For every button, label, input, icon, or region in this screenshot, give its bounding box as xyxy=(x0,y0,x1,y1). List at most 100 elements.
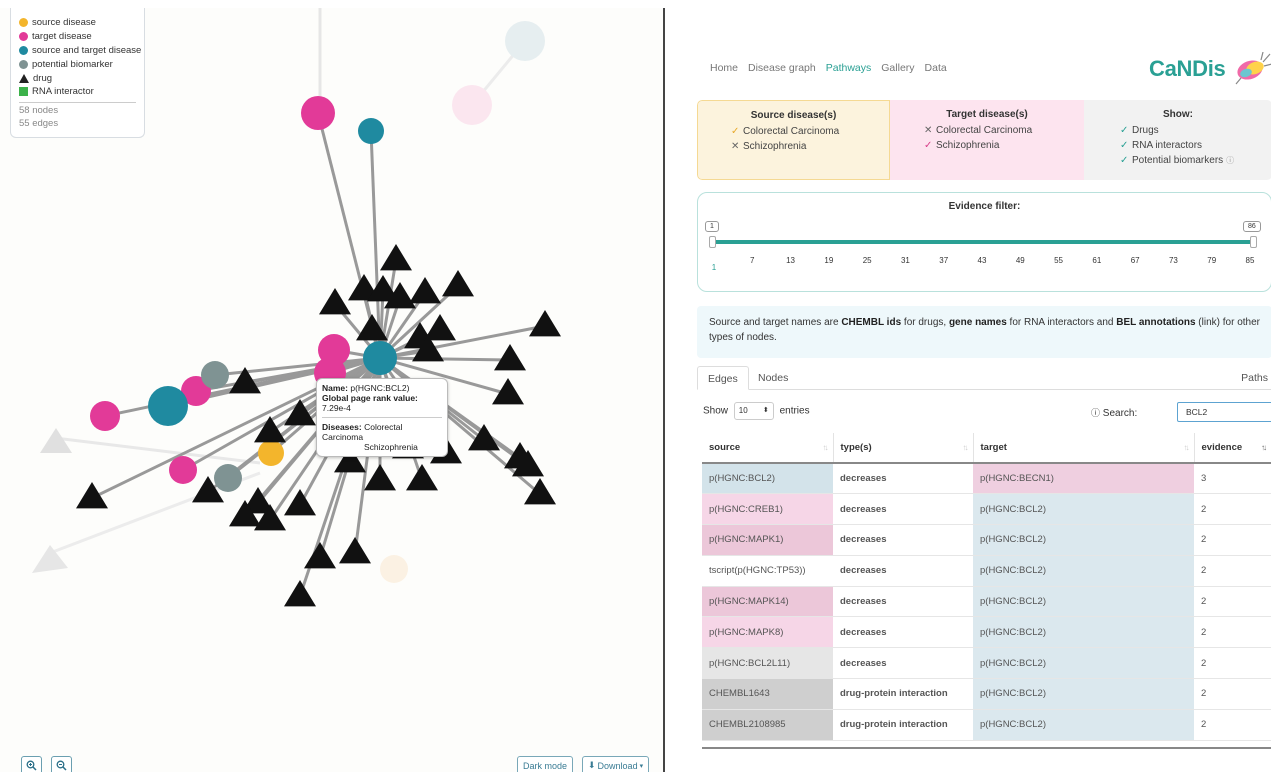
drug-node[interactable] xyxy=(442,270,474,297)
drug-node[interactable] xyxy=(409,277,441,304)
table-row[interactable]: p(HGNC:BCL2L11) decreases p(HGNC:BCL2) 2 xyxy=(702,647,1271,680)
legend-label: source and target disease xyxy=(32,44,142,56)
tab-paths[interactable]: Paths xyxy=(1241,372,1268,384)
show-option-rna-interactors[interactable]: ✓ RNA interactors xyxy=(1084,138,1271,153)
cell-target: p(HGNC:BCL2) xyxy=(973,555,1194,587)
nav-gallery[interactable]: Gallery xyxy=(881,62,914,74)
drug-node[interactable] xyxy=(494,344,526,371)
cell-evidence: 2 xyxy=(1194,616,1271,649)
download-button[interactable]: ⬇ Download ▾ xyxy=(582,756,650,772)
brand-name[interactable]: CaNDis xyxy=(1149,56,1226,82)
help-icon[interactable]: ⓘ xyxy=(1226,155,1234,166)
option-label: Colorectal Carcinoma xyxy=(743,126,840,137)
cell-source: p(HGNC:MAPK14) xyxy=(702,586,833,618)
biomarker-node[interactable] xyxy=(214,464,242,492)
evidence-filter: Evidence filter: 1 86 1 7 13 19 25 31 37 43 49 55… xyxy=(697,192,1271,292)
drug-node[interactable] xyxy=(406,464,438,491)
faded-source-disease-node[interactable] xyxy=(380,555,408,583)
biomarker-node[interactable] xyxy=(201,361,229,389)
target-disease-option-schizophrenia[interactable]: ✓ Schizophrenia xyxy=(890,138,1084,153)
drug-node[interactable] xyxy=(339,537,371,564)
dark-mode-label: Dark mode xyxy=(523,760,568,771)
nav-data[interactable]: Data xyxy=(925,62,947,74)
table-row[interactable]: p(HGNC:MAPK1) decreases p(HGNC:BCL2) 2 xyxy=(702,524,1271,556)
nav-pathways[interactable]: Pathways xyxy=(826,62,872,74)
table-row[interactable]: CHEMBL2108985 drug-protein interaction p(H… xyxy=(702,709,1271,741)
tab-edges[interactable]: Edges xyxy=(697,366,749,390)
source-target-disease-node[interactable] xyxy=(358,118,384,144)
drug-node[interactable] xyxy=(524,478,556,505)
search-input[interactable]: BCL2 xyxy=(1177,402,1271,422)
graph-stats: 58 nodes 55 edges xyxy=(19,101,136,132)
tooltip-divider xyxy=(322,417,442,418)
option-label: Colorectal Carcinoma xyxy=(936,125,1033,136)
drug-node[interactable] xyxy=(319,288,351,315)
evidence-slider-track[interactable] xyxy=(712,240,1253,244)
tick-label: 31 xyxy=(900,256,910,265)
bcl2-hub-node[interactable] xyxy=(363,341,397,375)
drug-node[interactable] xyxy=(380,244,412,271)
drug-node[interactable] xyxy=(76,482,108,509)
target-disease-node[interactable] xyxy=(90,401,120,431)
drug-node[interactable] xyxy=(284,580,316,607)
zoom-out-button[interactable] xyxy=(51,756,72,772)
table-row[interactable]: p(HGNC:BCL2) decreases p(HGNC:BECN1) 3 xyxy=(702,463,1271,495)
cell-type: decreases xyxy=(833,586,973,618)
slider-min-handle[interactable] xyxy=(709,236,716,248)
drug-node[interactable] xyxy=(304,542,336,569)
tick-label: 19 xyxy=(824,256,834,265)
show-option-potential-biomarkers[interactable]: ✓ Potential biomarkers ⓘ xyxy=(1084,153,1271,168)
sort-icon: ↑↓ xyxy=(962,443,969,452)
tooltip-disease-2: Schizophrenia xyxy=(364,442,418,452)
cell-evidence: 2 xyxy=(1194,524,1271,556)
legend-label: potential biomarker xyxy=(32,58,113,70)
drug-node[interactable] xyxy=(254,416,286,443)
source-disease-dot-icon xyxy=(19,18,28,28)
tooltip-rank-value: 7.29e-4 xyxy=(322,403,351,413)
check-icon: ✓ xyxy=(1120,155,1129,166)
legend-item-target-disease: target disease xyxy=(19,30,136,44)
header-source[interactable]: source ↑↓ xyxy=(702,433,834,464)
dark-mode-button[interactable]: Dark mode xyxy=(517,756,574,772)
download-icon: ⬇ xyxy=(588,760,596,770)
table-row[interactable]: p(HGNC:MAPK8) decreases p(HGNC:BCL2) 2 xyxy=(702,616,1271,649)
header-types[interactable]: type(s) ↑↓ xyxy=(833,433,974,464)
drug-node[interactable] xyxy=(364,464,396,491)
table-row[interactable]: p(HGNC:MAPK14) decreases p(HGNC:BCL2) 2 xyxy=(702,586,1271,618)
header-target[interactable]: target ↑↓ xyxy=(973,433,1195,464)
source-disease-node[interactable] xyxy=(258,440,284,466)
target-disease-node[interactable] xyxy=(301,96,335,130)
slider-tick-labels: 1 7 13 19 25 31 37 43 49 55 61 67 73 79 85 xyxy=(698,256,1271,272)
header-evidence[interactable]: evidence ↑↓ xyxy=(1194,433,1271,464)
info-text: Source and target names are xyxy=(709,317,842,328)
zoom-in-button[interactable] xyxy=(21,756,42,772)
table-row[interactable]: CHEMBL1643 drug-protein interaction p(HGNC… xyxy=(702,678,1271,710)
target-disease-node[interactable] xyxy=(169,456,197,484)
slider-max-handle[interactable] xyxy=(1250,236,1257,248)
slider-max-value: 86 xyxy=(1243,221,1261,232)
tick-label: 37 xyxy=(939,256,949,265)
table-row[interactable]: tscript(p(HGNC:TP53)) decreases p(HGNC:BCL… xyxy=(702,555,1271,587)
legend-item-drug: drug xyxy=(19,71,136,85)
faded-target-disease-node[interactable] xyxy=(452,85,492,125)
legend-item-rna-interactor: RNA interactor xyxy=(19,85,136,99)
cell-evidence: 2 xyxy=(1194,493,1271,526)
faded-biomarker-node[interactable] xyxy=(505,21,545,61)
tick-label: 67 xyxy=(1130,256,1140,265)
table-row[interactable]: p(HGNC:CREB1) decreases p(HGNC:BCL2) 2 xyxy=(702,493,1271,526)
nav-disease-graph[interactable]: Disease graph xyxy=(748,62,816,74)
source-target-disease-node[interactable] xyxy=(148,386,188,426)
nav-home[interactable]: Home xyxy=(710,62,738,74)
target-disease-option-colorectal[interactable]: ✕ Colorectal Carcinoma xyxy=(890,123,1084,138)
entries-select[interactable]: 10 ⬍ xyxy=(733,402,774,420)
network-graph-panel[interactable]: source disease target disease source and… xyxy=(0,8,663,772)
header-label: type(s) xyxy=(840,442,872,453)
source-disease-option-schizophrenia[interactable]: ✕ Schizophrenia xyxy=(698,139,889,154)
legend-label: source disease xyxy=(32,17,96,29)
cell-source: tscript(p(HGNC:TP53)) xyxy=(702,555,833,587)
source-disease-option-colorectal[interactable]: ✓ Colorectal Carcinoma xyxy=(698,124,889,139)
show-option-drugs[interactable]: ✓ Drugs xyxy=(1084,123,1271,138)
tab-nodes[interactable]: Nodes xyxy=(748,366,798,390)
table-header-row: source ↑↓ type(s) ↑↓ target ↑↓ evidence ↑↓ xyxy=(702,433,1271,464)
drug-node[interactable] xyxy=(529,310,561,337)
